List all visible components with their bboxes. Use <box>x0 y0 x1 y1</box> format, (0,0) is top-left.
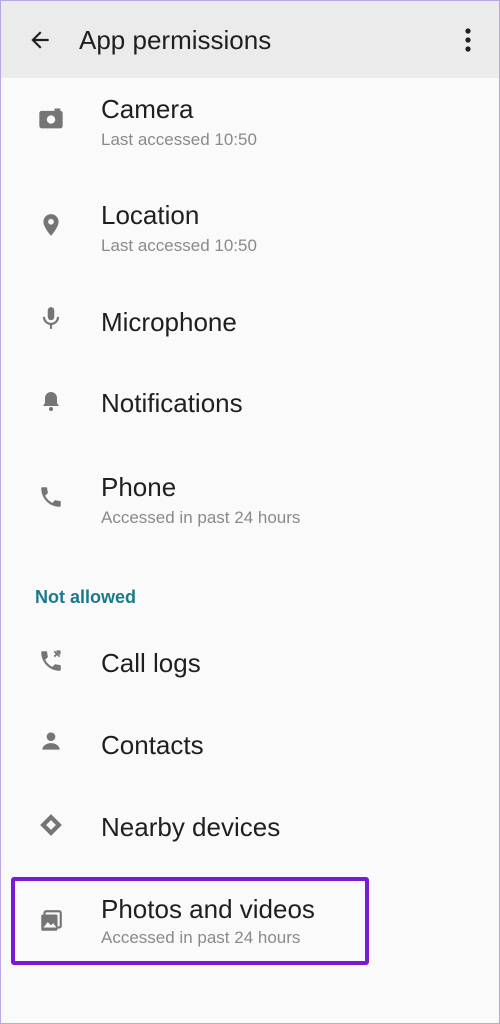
top-app-bar: App permissions <box>1 1 499 78</box>
permission-label: Nearby devices <box>101 812 281 842</box>
call-log-icon <box>37 647 65 675</box>
back-button[interactable] <box>23 23 57 57</box>
phone-icon <box>37 483 65 511</box>
bell-icon <box>37 387 65 415</box>
permission-item-location[interactable]: Location Last accessed 10:50 <box>1 187 499 287</box>
permission-item-nearby-devices[interactable]: Nearby devices <box>1 801 499 871</box>
permission-subtitle: Last accessed 10:50 <box>101 130 257 149</box>
permission-item-phone[interactable]: Phone Accessed in past 24 hours <box>1 459 499 559</box>
permission-item-call-logs[interactable]: Call logs <box>1 637 499 707</box>
permission-label: Camera <box>101 94 194 124</box>
permission-label: Phone <box>101 472 177 502</box>
nearby-devices-icon <box>37 811 65 839</box>
person-icon <box>37 727 65 755</box>
permission-item-camera[interactable]: Camera Last accessed 10:50 <box>1 81 499 181</box>
page-title: App permissions <box>79 25 272 55</box>
permission-label: Call logs <box>101 648 201 678</box>
permission-item-contacts[interactable]: Contacts <box>1 719 499 789</box>
permission-item-notifications[interactable]: Notifications <box>1 377 499 447</box>
location-pin-icon <box>37 211 65 239</box>
arrow-left-icon <box>31 31 49 49</box>
more-vertical-icon <box>465 28 471 52</box>
camera-icon <box>37 105 65 133</box>
app-permissions-screen: App permissions Camera Last accessed 10:… <box>0 0 500 1024</box>
permission-item-microphone[interactable]: Microphone <box>1 296 499 366</box>
permission-subtitle: Accessed in past 24 hours <box>101 508 301 527</box>
more-options-button[interactable] <box>453 23 483 57</box>
microphone-icon <box>37 304 65 332</box>
permission-label: Location <box>101 200 200 230</box>
highlight-box <box>11 877 369 965</box>
section-header-not-allowed: Not allowed <box>35 587 137 607</box>
permission-label: Notifications <box>101 388 243 418</box>
permission-subtitle: Last accessed 10:50 <box>101 236 257 255</box>
permission-label: Contacts <box>101 730 204 760</box>
permission-label: Microphone <box>101 307 237 337</box>
